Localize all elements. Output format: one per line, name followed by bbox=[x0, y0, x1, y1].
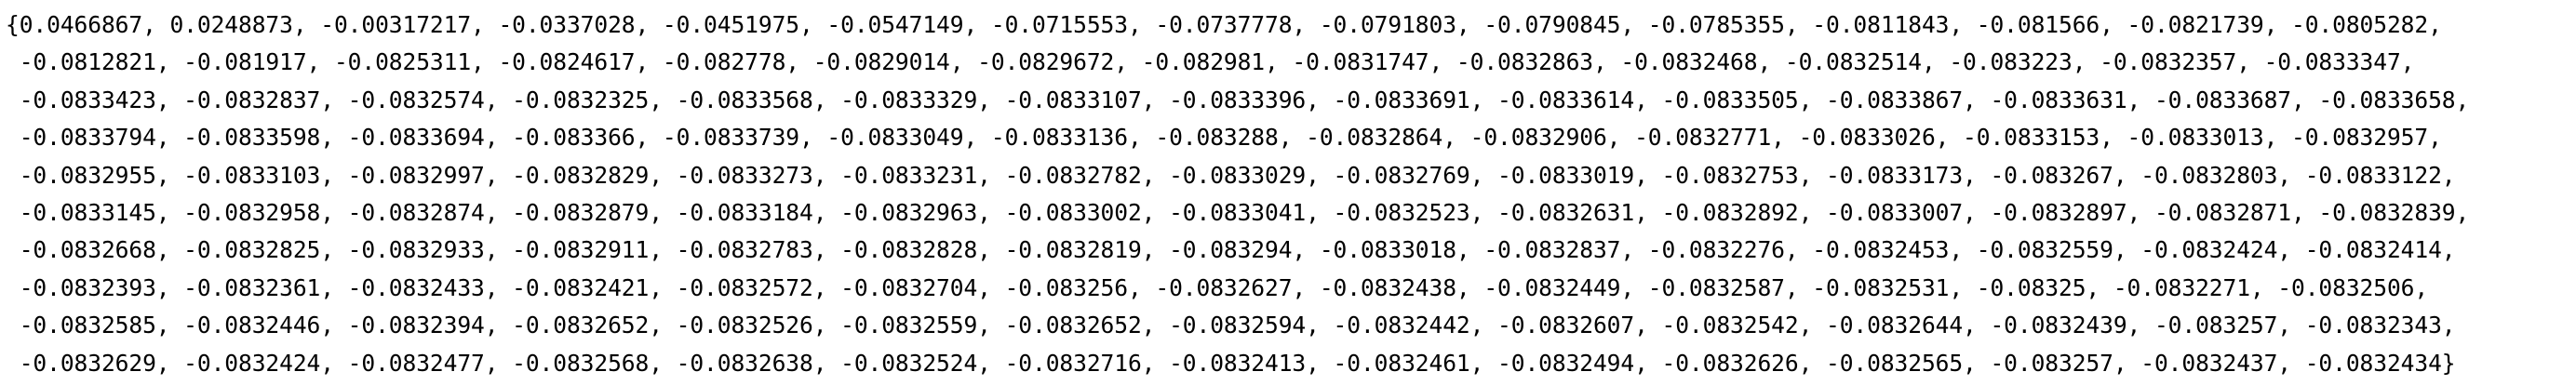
output-line: -0.0833794, -0.0833598, -0.0833694, -0.0… bbox=[6, 124, 2442, 152]
output-line: -0.0832629, -0.0832424, -0.0832477, -0.0… bbox=[6, 349, 2456, 377]
output-line: -0.0812821, -0.081917, -0.0825311, -0.08… bbox=[6, 48, 2415, 76]
output-line: -0.0833145, -0.0832958, -0.0832874, -0.0… bbox=[6, 198, 2470, 226]
output-line: -0.0832393, -0.0832361, -0.0832433, -0.0… bbox=[6, 273, 2429, 301]
output-line: {0.0466867, 0.0248873, -0.00317217, -0.0… bbox=[6, 11, 2442, 38]
output-line: -0.0832668, -0.0832825, -0.0832933, -0.0… bbox=[6, 236, 2456, 264]
output-line: -0.0833423, -0.0832837, -0.0832574, -0.0… bbox=[6, 86, 2470, 113]
output-line: -0.0832955, -0.0833103, -0.0832997, -0.0… bbox=[6, 161, 2456, 189]
notebook-output-cell: {0.0466867, 0.0248873, -0.00317217, -0.0… bbox=[0, 0, 2576, 385]
output-line: -0.0832585, -0.0832446, -0.0832394, -0.0… bbox=[6, 312, 2456, 339]
